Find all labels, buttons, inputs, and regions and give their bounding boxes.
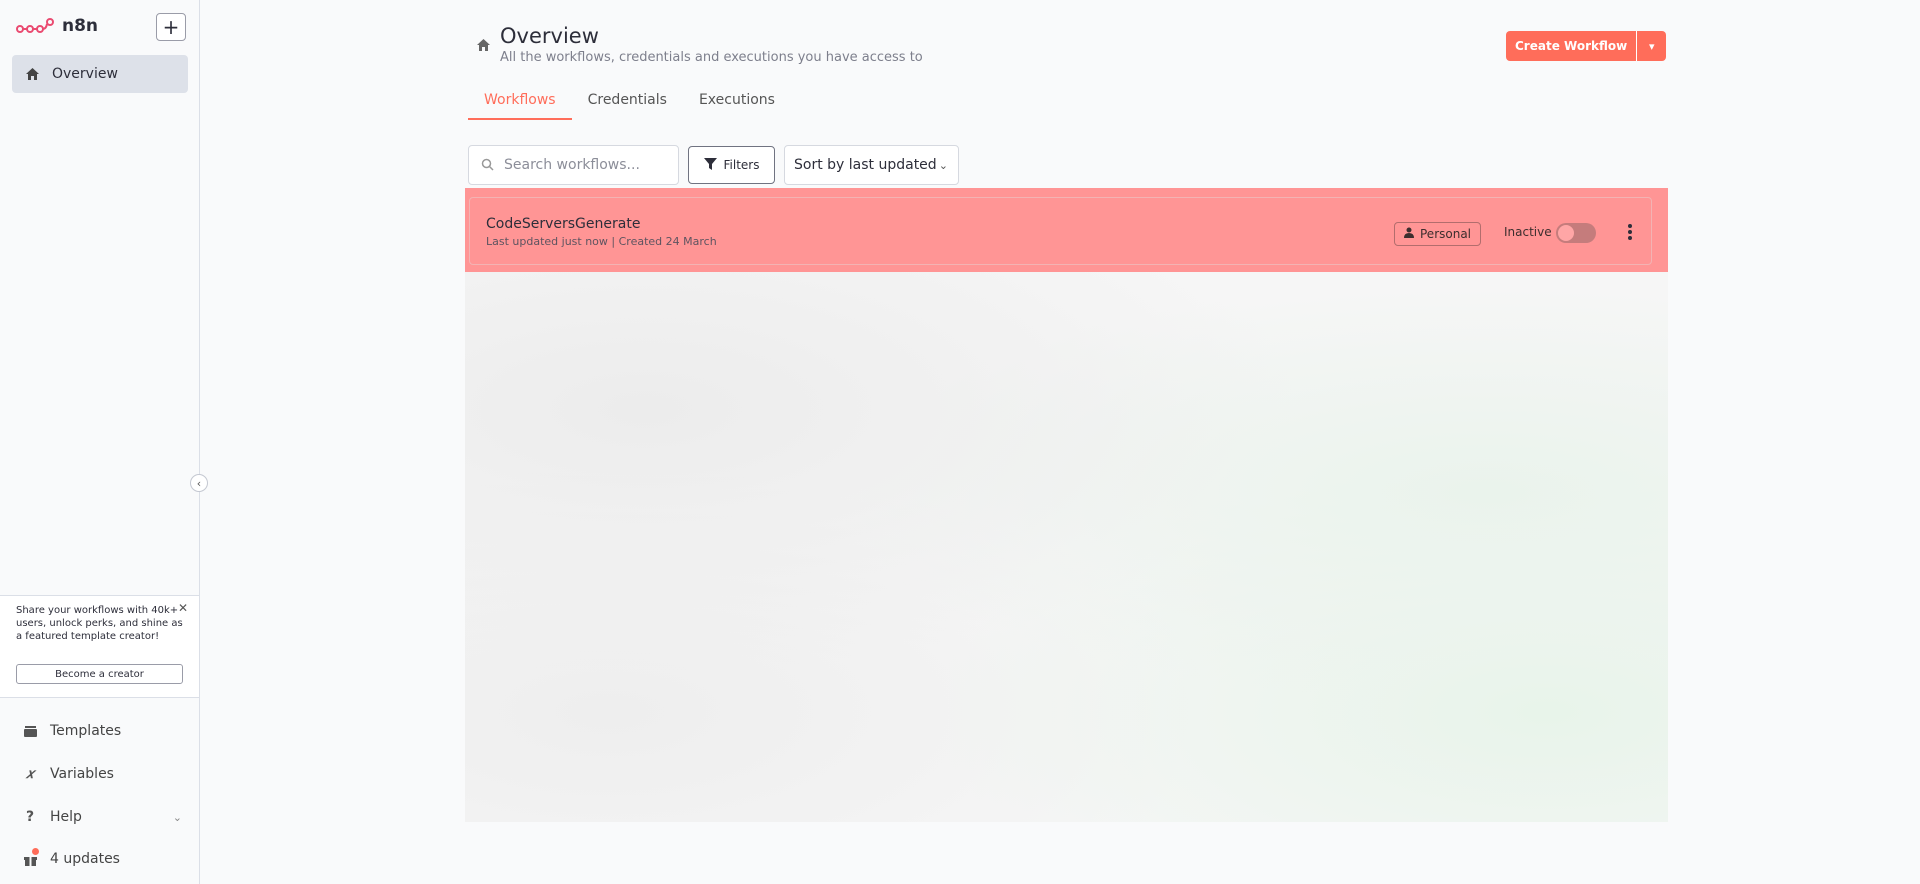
variable-icon: 𝑥: [26, 766, 34, 782]
sidebar-item-label: Help: [50, 809, 82, 825]
creator-text: Share your workflows with 40k+ users, un…: [16, 605, 183, 642]
user-icon: [1404, 227, 1414, 241]
sidebar-item-help[interactable]: ? Help ⌄: [22, 805, 182, 829]
collapse-sidebar-button[interactable]: ‹: [190, 474, 208, 492]
toggle-knob: [1558, 225, 1574, 241]
creator-card: Share your workflows with 40k+ users, un…: [0, 595, 199, 698]
sort-select[interactable]: Sort by last updated ⌄: [784, 145, 959, 185]
filters-button[interactable]: Filters: [688, 146, 775, 184]
page-subtitle: All the workflows, credentials and execu…: [500, 50, 923, 65]
tab-workflows[interactable]: Workflows: [468, 92, 572, 120]
plus-icon: +: [162, 15, 180, 39]
owner-badge: Personal: [1394, 222, 1482, 246]
tabs: Workflows Credentials Executions: [468, 92, 791, 120]
filters-label: Filters: [723, 158, 760, 172]
box-icon: [22, 723, 38, 739]
chevron-down-icon: ▾: [1648, 39, 1655, 53]
home-icon: [476, 38, 491, 56]
become-creator-button[interactable]: Become a creator: [16, 664, 183, 684]
tab-credentials[interactable]: Credentials: [572, 92, 683, 120]
create-workflow-button-group: Create Workflow ▾: [1506, 31, 1667, 61]
sidebar-item-overview[interactable]: Overview: [12, 55, 188, 93]
search-box: [468, 145, 679, 185]
workflow-card[interactable]: CodeServersGenerate Last updated just no…: [469, 197, 1652, 265]
sidebar-item-label: Templates: [50, 723, 122, 739]
sidebar-item-updates[interactable]: 4 updates: [22, 847, 182, 871]
n8n-logo-icon: [16, 18, 54, 33]
sidebar-item-label: Variables: [50, 766, 114, 782]
chevron-left-icon: ‹: [196, 476, 202, 490]
filter-icon: [703, 157, 717, 173]
tab-executions[interactable]: Executions: [683, 92, 791, 120]
more-options-icon[interactable]: [1622, 220, 1638, 244]
sidebar-item-templates[interactable]: Templates: [22, 719, 182, 743]
status-label: Inactive: [1504, 225, 1552, 239]
sidebar-item-variables[interactable]: 𝑥 Variables: [22, 762, 182, 786]
help-icon: ?: [25, 809, 35, 825]
gift-icon: [22, 848, 39, 867]
close-icon[interactable]: ✕: [178, 601, 188, 615]
app-name: n8n: [62, 16, 99, 36]
search-input[interactable]: [504, 157, 664, 173]
workflow-name: CodeServersGenerate: [486, 216, 641, 232]
add-button[interactable]: +: [156, 13, 186, 41]
sidebar-item-label: Overview: [52, 66, 118, 82]
home-icon: [24, 66, 40, 82]
blurred-background: [465, 272, 1668, 822]
create-workflow-button[interactable]: Create Workflow: [1506, 31, 1637, 61]
active-toggle[interactable]: [1556, 223, 1596, 243]
chevron-down-icon: ⌄: [172, 810, 182, 824]
workflow-meta: Last updated just now | Created 24 March: [486, 235, 717, 248]
owner-label: Personal: [1420, 227, 1472, 241]
sidebar: n8n + Overview ‹ Share your workflows wi…: [0, 0, 208, 884]
logo[interactable]: n8n: [16, 16, 98, 36]
chevron-down-icon: ⌄: [938, 158, 948, 172]
search-icon: [481, 156, 494, 175]
sidebar-item-label: 4 updates: [50, 851, 120, 867]
create-options-dropdown[interactable]: ▾: [1636, 31, 1667, 61]
page-title: Overview: [500, 24, 599, 48]
notification-dot: [32, 848, 39, 855]
sort-label: Sort by last updated: [794, 157, 937, 173]
